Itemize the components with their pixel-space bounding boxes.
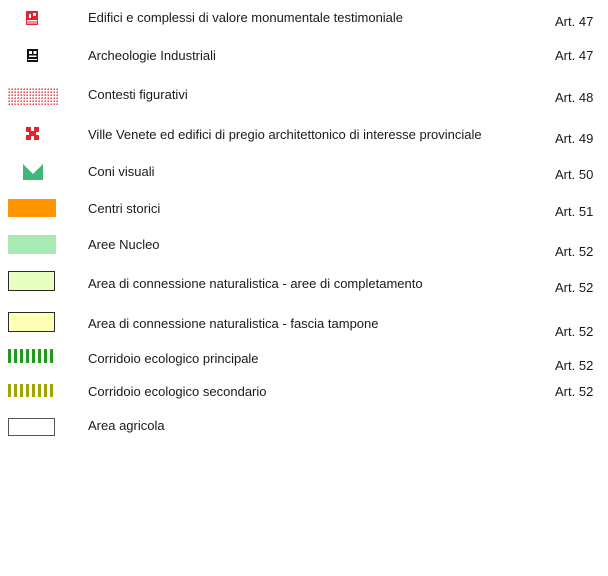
legend-label: Archeologie Industriali [88, 48, 216, 63]
article-ref: Art. 52 [555, 324, 594, 339]
legend-row-area-agricola: Area agricola [0, 418, 608, 448]
villa-icon [8, 124, 58, 146]
monument-icon [8, 8, 58, 30]
pale-green-swatch [8, 271, 58, 293]
legend-label: Area di connessione naturalistica - aree… [88, 276, 423, 291]
green-hatched-line [8, 349, 58, 371]
legend-row-coni-visuali: Coni visuali Art. 50 [0, 161, 608, 191]
legend-label: Aree Nucleo [88, 237, 160, 252]
article-ref: Art. 47 [555, 14, 594, 29]
legend-row-corridoio-principale: Corridoio ecologico principale Art. 52 [0, 349, 608, 379]
visual-cone-icon [8, 161, 58, 183]
legend-row-aree-nucleo: Aree Nucleo Art. 52 [0, 235, 608, 265]
legend-row-connessione-completamento: Area di connessione naturalistica - aree… [0, 271, 608, 301]
article-ref: Art. 51 [555, 204, 594, 219]
legend-label: Ville Venete ed edifici di pregio archit… [88, 127, 482, 142]
legend: Edifici e complessi di valore monumental… [0, 0, 608, 576]
legend-row-industrial: Archeologie Industriali Art. 47 [0, 46, 608, 76]
olive-hatched-line [8, 384, 58, 406]
legend-label: Contesti figurativi [88, 87, 188, 102]
legend-label: Edifici e complessi di valore monumental… [88, 10, 404, 25]
legend-row-connessione-tampone: Area di connessione naturalistica - fasc… [0, 312, 608, 342]
article-ref: Art. 49 [555, 131, 594, 146]
legend-row-ville-venete: Ville Venete ed edifici di pregio archit… [0, 124, 608, 154]
article-ref: Art. 48 [555, 90, 594, 105]
article-ref: Art. 52 [555, 280, 594, 295]
legend-row-centri-storici: Centri storici Art. 51 [0, 199, 608, 229]
legend-row-monumental: Edifici e complessi di valore monumental… [0, 8, 608, 38]
article-ref: Art. 52 [555, 358, 594, 373]
red-dotted-area [8, 85, 58, 107]
article-ref: Art. 47 [555, 48, 594, 63]
white-swatch [8, 418, 58, 440]
legend-label: Area agricola [88, 418, 165, 433]
legend-label: Coni visuali [88, 164, 155, 179]
legend-row-corridoio-secondario: Corridoio ecologico secondario Art. 52 [0, 384, 608, 414]
legend-row-figurative: Contesti figurativi Art. 48 [0, 85, 608, 115]
orange-swatch [8, 199, 58, 221]
article-ref: Art. 52 [555, 384, 594, 399]
light-green-swatch [8, 235, 58, 257]
legend-label: Corridoio ecologico secondario [88, 384, 267, 399]
legend-label: Corridoio ecologico principale [88, 351, 259, 366]
legend-label: Area di connessione naturalistica - fasc… [88, 316, 379, 331]
legend-label: Centri storici [88, 201, 161, 216]
pale-yellow-swatch [8, 312, 58, 334]
article-ref: Art. 50 [555, 167, 594, 182]
factory-icon [8, 46, 58, 68]
article-ref: Art. 52 [555, 244, 594, 259]
